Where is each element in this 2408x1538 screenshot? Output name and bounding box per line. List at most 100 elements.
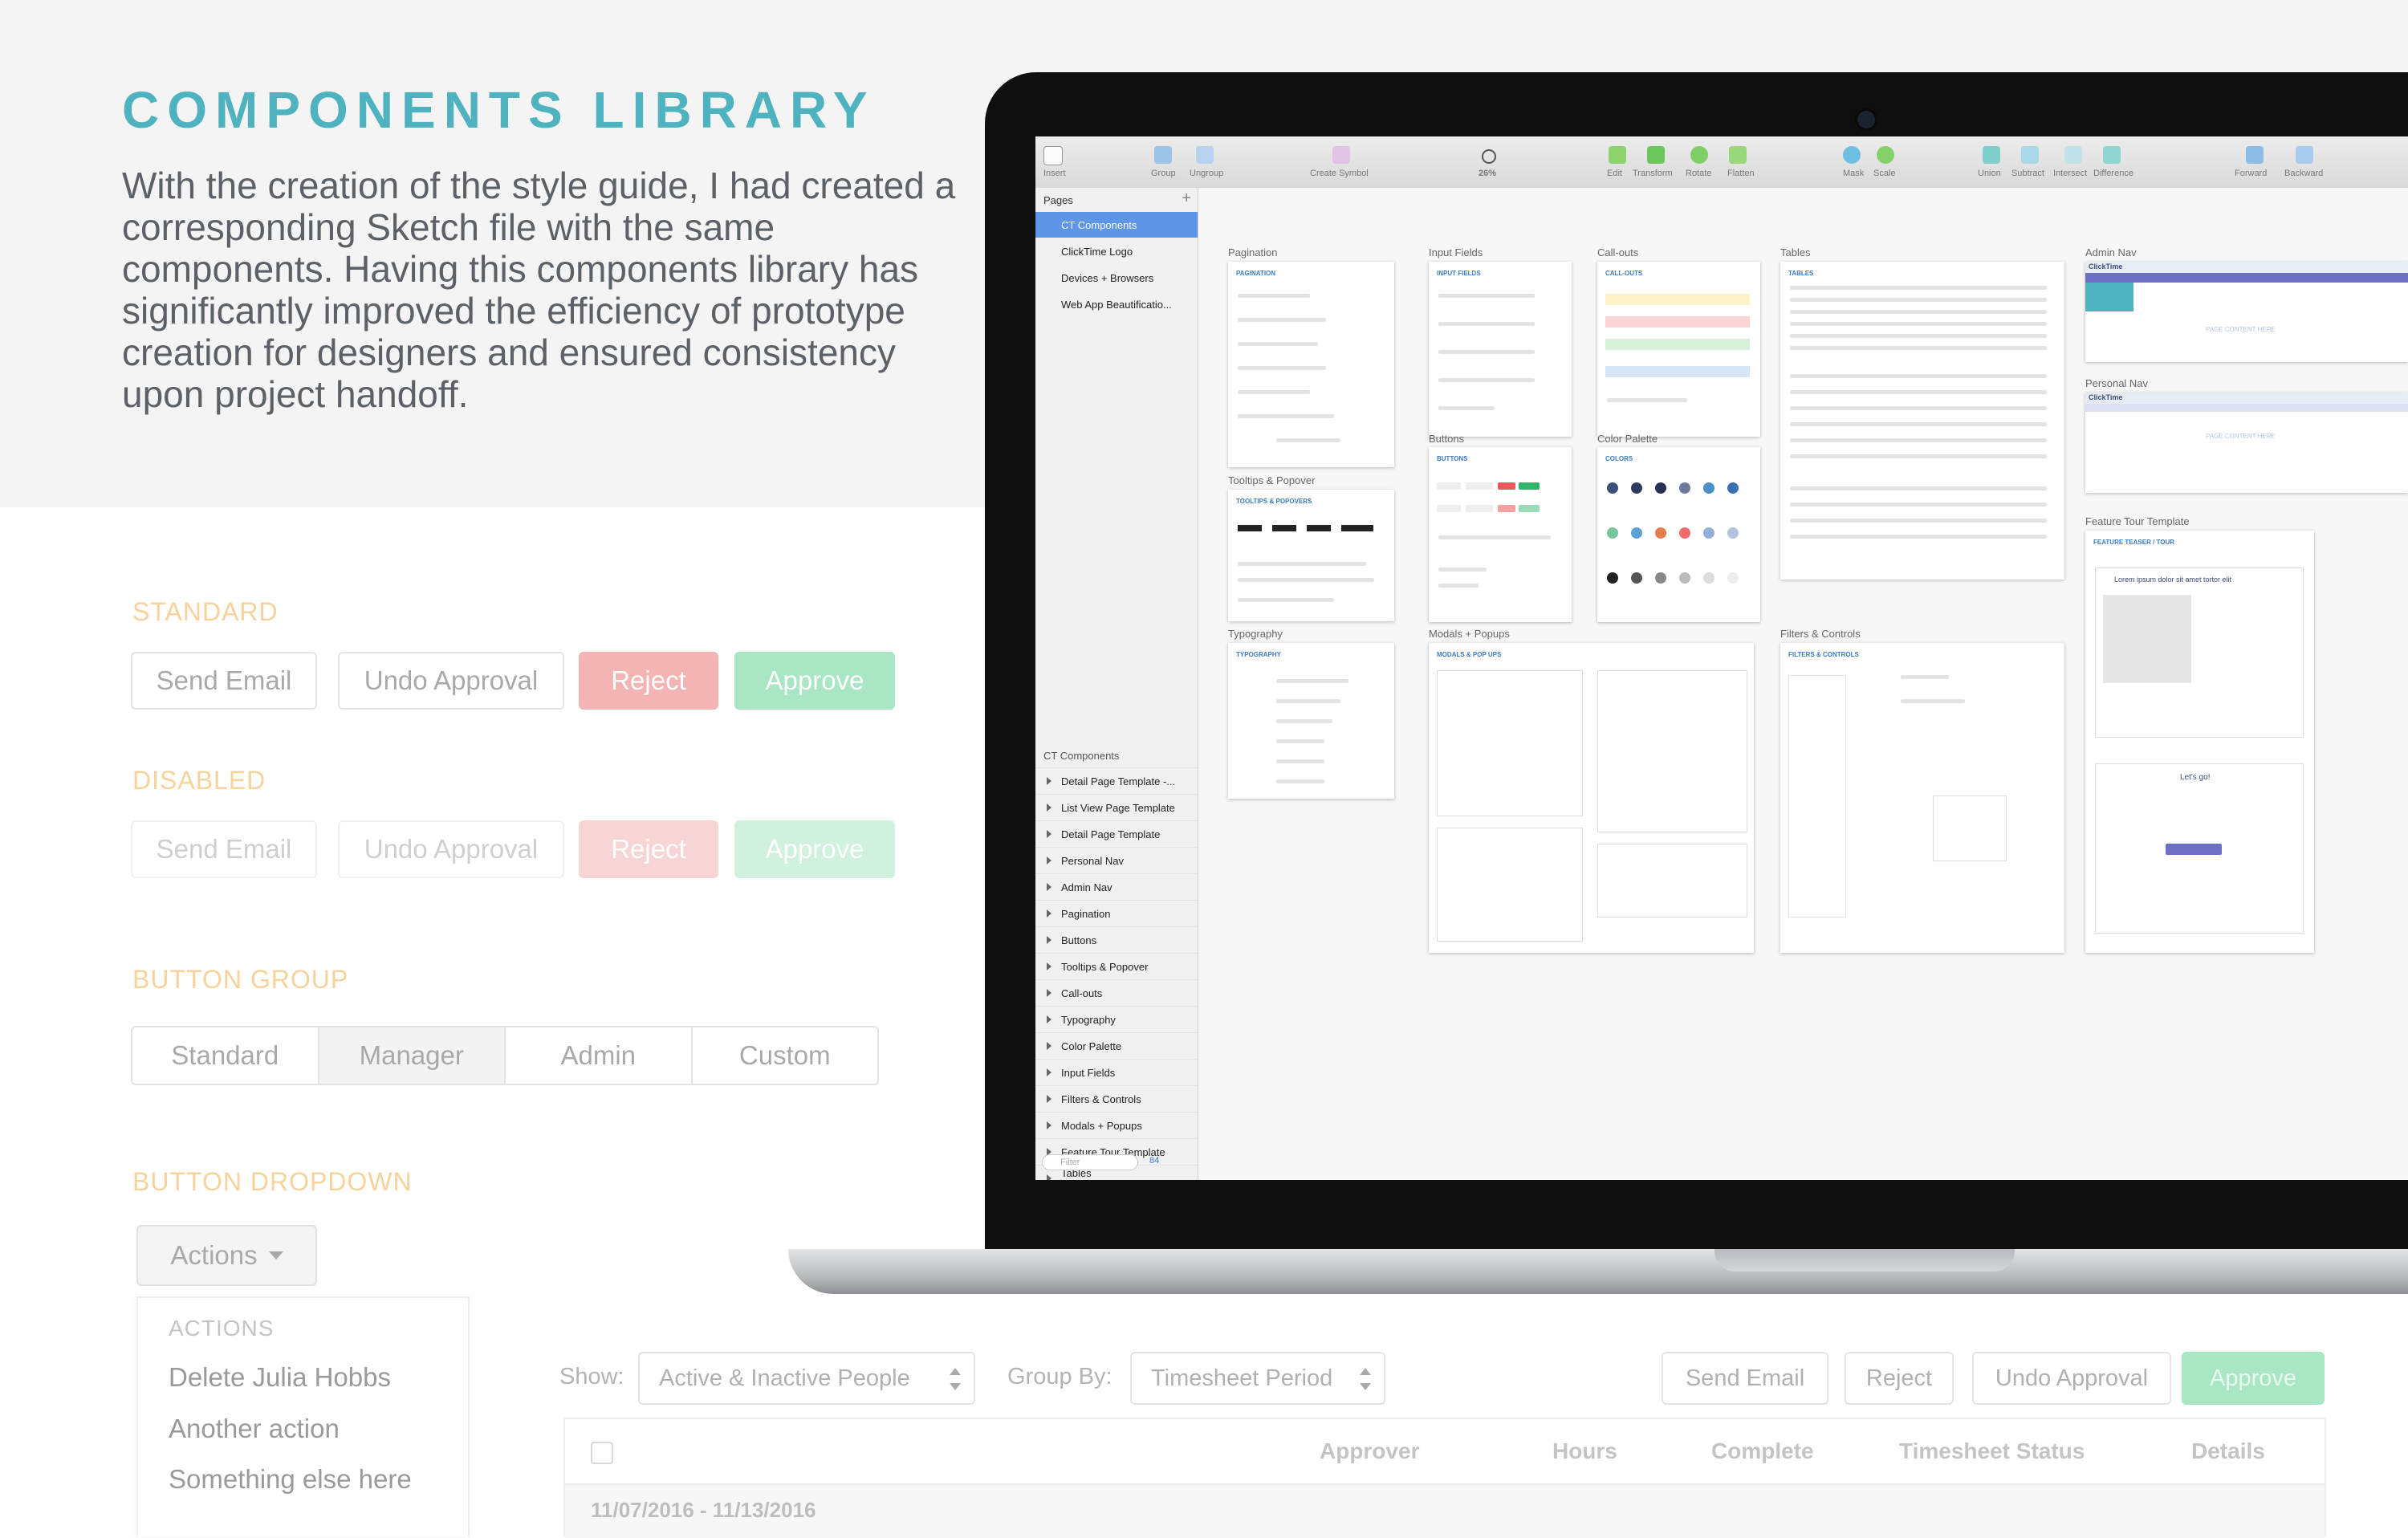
artboard-item[interactable]: Typography bbox=[1035, 1006, 1198, 1032]
show-label: Show: bbox=[559, 1364, 624, 1389]
color-swatch bbox=[1727, 572, 1739, 584]
color-swatch bbox=[1727, 527, 1739, 539]
button-dropdown-label: BUTTON DROPDOWN bbox=[132, 1167, 413, 1196]
add-page-icon[interactable]: + bbox=[1182, 189, 1191, 208]
tool-edit[interactable]: Edit bbox=[1607, 169, 1622, 178]
colors-header: COLORS bbox=[1605, 455, 1633, 462]
tool-create-symbol[interactable]: Create Symbol bbox=[1310, 169, 1369, 178]
artboard-item[interactable]: Personal Nav bbox=[1035, 847, 1198, 873]
tool-mask[interactable]: Mask bbox=[1843, 169, 1864, 178]
artboard-item[interactable]: Admin Nav bbox=[1035, 873, 1198, 900]
col-timesheet-status[interactable]: Timesheet Status bbox=[1899, 1438, 2085, 1464]
backward-icon[interactable] bbox=[2296, 146, 2313, 164]
flatten-icon[interactable] bbox=[1729, 146, 1747, 164]
pagination-header: PAGINATION bbox=[1236, 270, 1276, 277]
tool-flatten[interactable]: Flatten bbox=[1727, 169, 1755, 178]
page-ct-components[interactable]: CT Components bbox=[1035, 212, 1198, 238]
artboard-item[interactable]: Detail Page Template -... bbox=[1035, 767, 1198, 794]
tool-scale[interactable]: Scale bbox=[1873, 169, 1896, 178]
artboard-item[interactable]: Color Palette bbox=[1035, 1032, 1198, 1059]
artboard-item[interactable]: Input Fields bbox=[1035, 1059, 1198, 1085]
intersect-icon[interactable] bbox=[2064, 146, 2082, 164]
rotate-icon[interactable] bbox=[1690, 146, 1708, 164]
zoom-icon[interactable] bbox=[1482, 149, 1496, 164]
button-group: Standard Manager Admin Custom bbox=[131, 1026, 879, 1085]
col-details[interactable]: Details bbox=[2191, 1438, 2265, 1464]
tool-union[interactable]: Union bbox=[1978, 169, 2001, 178]
tool-insert[interactable]: Insert bbox=[1043, 169, 1066, 178]
group-standard-button[interactable]: Standard bbox=[132, 1027, 319, 1084]
dropdown-item-something[interactable]: Something else here bbox=[169, 1464, 412, 1495]
group-by-label: Group By: bbox=[1007, 1364, 1112, 1389]
tool-rotate[interactable]: Rotate bbox=[1686, 169, 1711, 178]
group-admin-button[interactable]: Admin bbox=[506, 1027, 693, 1084]
typography-header: TYPOGRAPHY bbox=[1236, 651, 1282, 658]
show-select[interactable]: Active & Inactive People bbox=[638, 1352, 975, 1405]
artboard-item[interactable]: Modals + Popups bbox=[1035, 1112, 1198, 1138]
group-icon[interactable] bbox=[1154, 146, 1172, 164]
color-swatch bbox=[1607, 527, 1618, 539]
page-clicktime-logo[interactable]: ClickTime Logo bbox=[1035, 238, 1198, 264]
difference-icon[interactable] bbox=[2103, 146, 2121, 164]
layer-filter-input[interactable]: Filter bbox=[1042, 1154, 1138, 1170]
undo-approval-button[interactable]: Undo Approval bbox=[338, 652, 564, 710]
tool-backward[interactable]: Backward bbox=[2284, 169, 2323, 178]
tool-subtract[interactable]: Subtract bbox=[2011, 169, 2044, 178]
group-by-select[interactable]: Timesheet Period bbox=[1130, 1352, 1385, 1405]
artboard-pagination: PAGINATION bbox=[1228, 262, 1394, 467]
ungroup-icon[interactable] bbox=[1196, 146, 1214, 164]
page-web-app[interactable]: Web App Beautificatio... bbox=[1035, 291, 1198, 317]
dropdown-item-delete[interactable]: Delete Julia Hobbs bbox=[169, 1362, 391, 1393]
symbol-icon[interactable] bbox=[1332, 146, 1350, 164]
color-swatch bbox=[1655, 527, 1666, 539]
approve-button[interactable]: Approve bbox=[734, 652, 895, 710]
artboard-modals: MODALS & POP UPS bbox=[1429, 643, 1754, 953]
artboard-item[interactable]: Tooltips & Popover bbox=[1035, 953, 1198, 979]
subtract-icon[interactable] bbox=[2021, 146, 2039, 164]
page-devices-browsers[interactable]: Devices + Browsers bbox=[1035, 265, 1198, 291]
artboard-item[interactable]: Buttons bbox=[1035, 926, 1198, 953]
toolbar-reject-button[interactable]: Reject bbox=[1845, 1352, 1954, 1405]
transform-icon[interactable] bbox=[1647, 146, 1665, 164]
col-hours[interactable]: Hours bbox=[1552, 1438, 1617, 1464]
artboard-item[interactable]: Detail Page Template bbox=[1035, 820, 1198, 847]
tool-intersect[interactable]: Intersect bbox=[2053, 169, 2087, 178]
artboard-tooltips: TOOLTIPS & POPOVERS bbox=[1228, 490, 1394, 621]
table-group-row: 11/07/2016 - 11/13/2016 bbox=[565, 1485, 2325, 1538]
tool-group[interactable]: Group bbox=[1151, 169, 1176, 178]
laptop-notch bbox=[1714, 1249, 2015, 1271]
insert-icon[interactable] bbox=[1043, 146, 1063, 165]
tool-transform[interactable]: Transform bbox=[1633, 169, 1673, 178]
toolbar-undo-approval-button[interactable]: Undo Approval bbox=[1972, 1352, 2171, 1405]
sketch-toolbar: Insert Group Ungroup Create Symbol 26% E… bbox=[1035, 136, 2408, 189]
group-row-label: 11/07/2016 - 11/13/2016 bbox=[591, 1498, 816, 1522]
col-complete[interactable]: Complete bbox=[1711, 1438, 1814, 1464]
artboard-item[interactable]: Pagination bbox=[1035, 900, 1198, 926]
artboard-item[interactable]: Call-outs bbox=[1035, 979, 1198, 1006]
dropdown-item-another[interactable]: Another action bbox=[169, 1414, 340, 1444]
color-swatch bbox=[1679, 527, 1690, 539]
tool-zoom[interactable]: 26% bbox=[1479, 169, 1496, 178]
send-email-button-disabled: Send Email bbox=[131, 820, 317, 878]
artboard-item[interactable]: Filters & Controls bbox=[1035, 1085, 1198, 1112]
tool-difference[interactable]: Difference bbox=[2093, 169, 2133, 178]
toolbar-send-email-button[interactable]: Send Email bbox=[1662, 1352, 1828, 1405]
col-approver[interactable]: Approver bbox=[1320, 1438, 1419, 1464]
forward-icon[interactable] bbox=[2246, 146, 2264, 164]
send-email-button[interactable]: Send Email bbox=[131, 652, 317, 710]
group-manager-button[interactable]: Manager bbox=[319, 1027, 506, 1084]
color-swatch bbox=[1703, 527, 1714, 539]
union-icon[interactable] bbox=[1983, 146, 2000, 164]
mask-icon[interactable] bbox=[1843, 146, 1861, 164]
group-custom-button[interactable]: Custom bbox=[692, 1027, 877, 1084]
tool-ungroup[interactable]: Ungroup bbox=[1190, 169, 1223, 178]
scale-icon[interactable] bbox=[1877, 146, 1894, 164]
actions-dropdown-button[interactable]: Actions bbox=[136, 1225, 317, 1286]
reject-button[interactable]: Reject bbox=[579, 652, 718, 710]
select-all-checkbox[interactable] bbox=[591, 1442, 613, 1464]
toolbar-approve-button[interactable]: Approve bbox=[2182, 1352, 2325, 1405]
artboard-item[interactable]: List View Page Template bbox=[1035, 794, 1198, 820]
edit-icon[interactable] bbox=[1609, 146, 1626, 164]
tool-forward[interactable]: Forward bbox=[2235, 169, 2267, 178]
laptop-base bbox=[788, 1249, 2408, 1294]
